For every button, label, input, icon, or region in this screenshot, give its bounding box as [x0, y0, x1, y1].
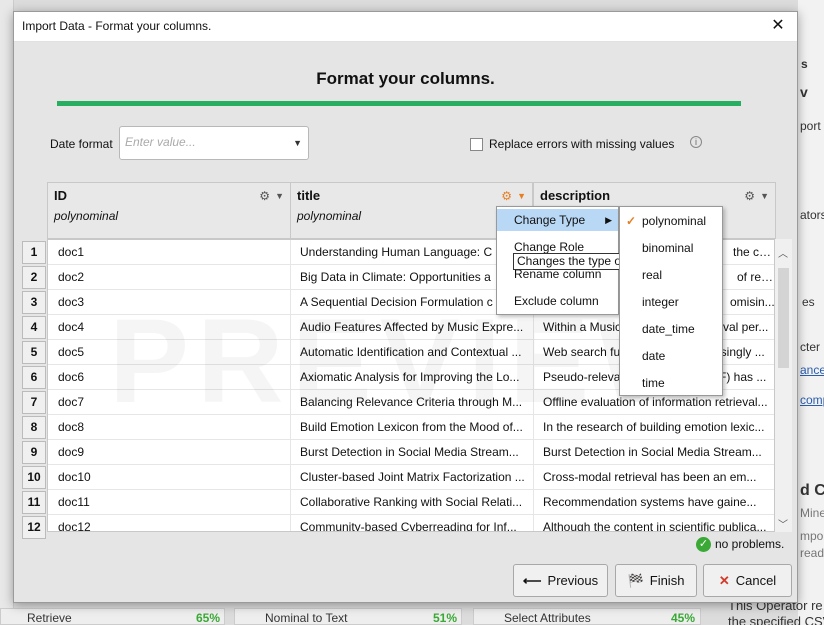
cell-description: Burst Detection in Social Media Stream..…: [543, 445, 762, 459]
menu-item-change-type[interactable]: Change Type ▶: [497, 209, 618, 231]
background-link[interactable]: ance: [800, 363, 824, 377]
background-text: port C: [800, 119, 824, 133]
checkmark-icon: ✓: [626, 214, 637, 228]
replace-errors-checkbox[interactable]: [470, 138, 483, 151]
chevron-right-icon: ▶: [605, 215, 612, 225]
scrollbar-thumb[interactable]: [778, 268, 789, 368]
chevron-down-icon[interactable]: ▼: [293, 138, 302, 148]
type-option-real[interactable]: real: [620, 262, 722, 289]
background-text: ators: [800, 208, 824, 222]
cell-title: Cluster-based Joint Matrix Factorization…: [291, 465, 534, 490]
row-number: 8: [22, 416, 46, 439]
chevron-down-icon[interactable]: ▼: [275, 191, 284, 201]
column-name: title: [297, 188, 321, 203]
cell-description: Recommendation systems have gaine...: [543, 495, 757, 509]
status-message: ✓ no problems.: [696, 537, 785, 553]
cell-id: doc10: [48, 465, 291, 490]
background-text: s: [801, 57, 808, 71]
cell-id: doc9: [48, 440, 291, 465]
row-number: 10: [22, 466, 46, 489]
type-option-date-time[interactable]: date_time: [620, 316, 722, 343]
row-number: 12: [22, 516, 46, 539]
background-text: Mine: [800, 506, 824, 520]
gear-icon[interactable]: ⚙: [259, 189, 270, 203]
background-text: read: [800, 546, 824, 560]
row-number: 2: [22, 266, 46, 289]
background-text: d C: [800, 482, 824, 499]
progress-line: [57, 101, 741, 106]
background-operator-select: Select Attributes 45%: [473, 608, 701, 625]
row-number: 5: [22, 341, 46, 364]
cell-title: Community-based Cyberreading for Inf...: [291, 515, 534, 531]
table-row[interactable]: doc12 Community-based Cyberreading for In…: [48, 515, 774, 532]
type-submenu: ✓ polynominal binominal real integer date…: [619, 206, 723, 396]
row-number: 1: [22, 241, 46, 264]
close-icon[interactable]: ✕: [759, 12, 797, 42]
tooltip: Changes the type of: [513, 253, 623, 270]
row-number: 6: [22, 366, 46, 389]
type-option-binominal[interactable]: binominal: [620, 235, 722, 262]
finish-button[interactable]: 🏁 Finish: [615, 564, 697, 597]
arrow-left-icon: ⟵: [522, 573, 542, 588]
row-number: 4: [22, 316, 46, 339]
info-icon[interactable]: i: [690, 136, 702, 148]
column-name: description: [540, 188, 611, 203]
background-operator-nominal: Nominal to Text 51%: [234, 608, 462, 625]
cell-id: doc1: [48, 240, 291, 265]
type-option-time[interactable]: time: [620, 370, 722, 397]
cell-description: Cross-modal retrieval has been an em...: [543, 470, 757, 484]
column-role: polynominal: [54, 209, 119, 223]
background-link[interactable]: comp: [800, 393, 824, 407]
type-option-date[interactable]: date: [620, 343, 722, 370]
chevron-down-icon[interactable]: ▼: [760, 191, 769, 201]
row-number: 3: [22, 291, 46, 314]
date-format-label: Date format: [50, 137, 113, 151]
row-number: 9: [22, 441, 46, 464]
date-format-input[interactable]: [125, 135, 285, 149]
table-row[interactable]: doc9 Burst Detection in Social Media Stre…: [48, 440, 774, 465]
table-row[interactable]: doc11 Collaborative Ranking with Social R…: [48, 490, 774, 515]
background-text: es: [802, 295, 815, 309]
date-format-combobox[interactable]: ▼: [119, 126, 309, 160]
checkmark-icon: ✓: [696, 537, 711, 553]
vertical-scrollbar[interactable]: ︿ ﹀: [775, 239, 792, 532]
background-text: mpo: [800, 529, 824, 543]
cell-id: doc12: [48, 515, 291, 531]
status-text: no problems.: [715, 537, 785, 551]
close-icon: ✕: [718, 573, 730, 588]
page-title: Format your columns.: [316, 69, 495, 88]
cell-id: doc2: [48, 265, 291, 290]
cell-title: Collaborative Ranking with Social Relati…: [291, 490, 534, 515]
column-header-id: ID polynominal ⚙ ▼: [47, 182, 291, 239]
cell-id: doc11: [48, 490, 291, 515]
chevron-down-icon[interactable]: ﹀: [778, 516, 788, 531]
chevron-up-icon[interactable]: ︿: [778, 245, 788, 260]
cancel-button[interactable]: ✕ Cancel: [703, 564, 792, 597]
cell-description: Although the content in scientific publi…: [543, 520, 767, 532]
chevron-down-icon[interactable]: ▼: [517, 191, 526, 201]
background-operator-retrieve: Retrieve 65%: [0, 608, 225, 625]
dialog-titlebar: Import Data - Format your columns. ✕: [14, 12, 797, 42]
background-text: v: [800, 84, 808, 100]
column-name: ID: [54, 188, 67, 203]
checkered-flag-icon: 🏁: [627, 573, 644, 588]
type-option-integer[interactable]: integer: [620, 289, 722, 316]
column-role: polynominal: [297, 209, 362, 223]
row-number: 11: [22, 491, 46, 514]
cell-title: Burst Detection in Social Media Stream..…: [291, 440, 534, 465]
background-left-panel: [0, 0, 14, 625]
dialog-title: Import Data - Format your columns.: [22, 19, 212, 33]
background-text: the specified CSV: [728, 614, 824, 625]
table-row[interactable]: doc10 Cluster-based Joint Matrix Factoriz…: [48, 465, 774, 490]
replace-errors-label: Replace errors with missing values: [489, 137, 675, 151]
previous-button[interactable]: ⟵ Previous: [513, 564, 608, 597]
menu-item-exclude-column[interactable]: Exclude column: [497, 290, 618, 312]
type-option-polynominal[interactable]: ✓ polynominal: [620, 208, 722, 235]
gear-icon[interactable]: ⚙: [744, 189, 755, 203]
gear-icon[interactable]: ⚙: [501, 189, 512, 203]
background-text: cter: [800, 340, 821, 354]
row-number: 7: [22, 391, 46, 414]
